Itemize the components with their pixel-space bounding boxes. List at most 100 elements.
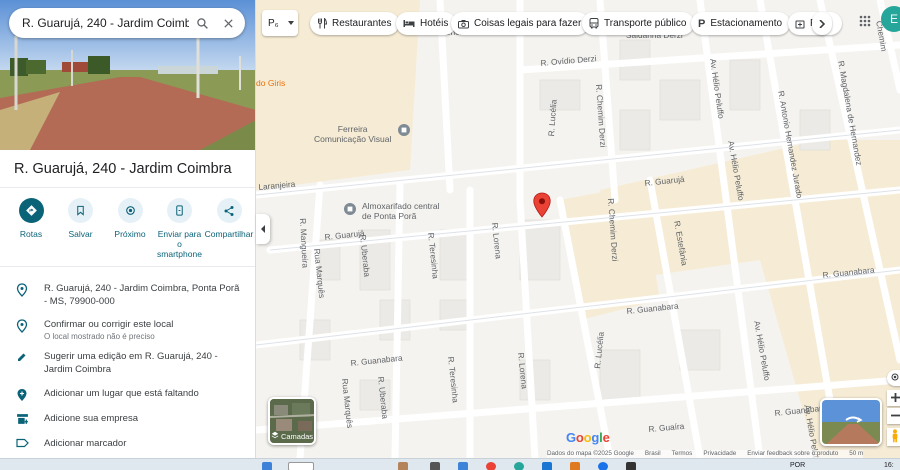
pencil-icon (0, 350, 44, 376)
bookmark-icon (68, 198, 93, 223)
label-icon (0, 437, 44, 450)
place-panel: R. Guarujá, 240 - Jardim Coimbra Rotas S… (0, 0, 256, 458)
divider (0, 187, 255, 188)
chip-public-transport[interactable]: Transporte público (582, 12, 695, 35)
my-location-button[interactable] (887, 370, 900, 386)
nearby-button[interactable]: Próximo (107, 198, 153, 259)
place-title: R. Guarujá, 240 - Jardim Coimbra (14, 161, 232, 177)
add-business-row[interactable]: Adicione sua empresa (0, 412, 255, 425)
map-canvas[interactable]: R. Ovídio Derzi Saldanha Derzi Chemim R.… (256, 0, 900, 458)
add-label-row[interactable]: Adicionar marcador (0, 437, 255, 450)
phone-icon (167, 198, 192, 223)
taskbar-app-icon[interactable] (626, 462, 636, 470)
pegman-icon (891, 428, 899, 446)
layers-icon (271, 431, 279, 441)
street-view-preview (822, 400, 880, 444)
send-to-phone-label: Enviar para o smartphone (157, 229, 202, 259)
taskbar-app-icon[interactable] (514, 462, 524, 470)
google-apps-button[interactable] (852, 10, 878, 36)
poi-icon[interactable] (398, 124, 410, 136)
layers-label-row: Camadas (270, 431, 314, 441)
confirm-location-row[interactable]: Confirmar ou corrigir este local O local… (0, 318, 255, 342)
minus-icon (890, 409, 900, 423)
add-label-text: Adicionar marcador (44, 438, 127, 449)
google-logo: Google (566, 430, 610, 445)
close-icon[interactable] (215, 10, 241, 36)
taskbar-search-icon[interactable] (288, 462, 314, 470)
my-location-icon (890, 371, 900, 385)
apps-grid-icon (859, 14, 871, 32)
search-input[interactable] (22, 16, 189, 30)
plus-icon (890, 391, 900, 405)
pegman-button[interactable] (887, 428, 900, 446)
confirm-location-text: Confirmar ou corrigir este local (44, 319, 174, 330)
chip-things-to-do[interactable]: Coisas legais para fazer (451, 12, 590, 35)
layers-label: Camadas (280, 431, 314, 441)
taskbar-app-icon[interactable] (398, 462, 408, 470)
add-business-text: Adicione sua empresa (44, 413, 138, 424)
chip-label: Coisas legais para fazer (474, 18, 582, 29)
suggest-edit-row[interactable]: Sugerir uma edição em R. Guarujá, 240 - … (0, 350, 255, 376)
location-pin-icon[interactable] (533, 192, 551, 223)
chip-hotels[interactable]: Hotéis (396, 12, 457, 35)
share-button[interactable]: Compartilhar (204, 198, 254, 259)
fork-knife-icon (317, 18, 327, 29)
collapse-panel-button[interactable] (256, 214, 270, 244)
nearby-icon (117, 198, 143, 223)
poi-label-ferreira[interactable]: Ferreira Comunicação Visual (314, 124, 391, 144)
bus-icon (589, 18, 599, 29)
zoom-out-button[interactable] (887, 408, 900, 424)
directions-icon (18, 198, 44, 223)
avatar-letter: E (889, 12, 898, 26)
taskbar-app-icon[interactable] (598, 462, 608, 470)
street-view-thumbnail[interactable] (820, 398, 882, 446)
taskbar-app-icon[interactable] (430, 462, 440, 470)
caret-down-icon (287, 21, 294, 25)
directions-button[interactable]: Rotas (8, 198, 54, 259)
chips-next-button[interactable] (812, 12, 832, 35)
bed-icon (403, 19, 415, 28)
map-mode-select[interactable]: P₆ (262, 10, 298, 36)
poi-label-giris[interactable]: do Giris (256, 78, 285, 88)
chip-restaurants[interactable]: Restaurantes (310, 12, 400, 35)
camera-icon (458, 19, 469, 29)
pin-icon (0, 282, 44, 308)
add-missing-place-text: Adicionar um lugar que está faltando (44, 388, 199, 399)
divider (0, 266, 255, 267)
chevron-right-icon (819, 15, 826, 33)
share-icon (216, 198, 242, 223)
suggest-edit-text: Sugerir uma edição em R. Guarujá, 240 - … (44, 351, 218, 375)
parking-icon: P (698, 17, 706, 30)
save-button[interactable]: Salvar (58, 198, 104, 259)
send-to-phone-button[interactable]: Enviar para o smartphone (157, 198, 203, 259)
save-label: Salvar (68, 229, 93, 239)
chip-parking[interactable]: P Estacionamento (691, 12, 791, 35)
add-place-icon (0, 387, 44, 402)
start-button-icon[interactable] (262, 462, 272, 470)
chip-label: Restaurantes (332, 18, 392, 29)
account-avatar[interactable]: E (881, 6, 900, 32)
action-buttons: Rotas Salvar Próximo Enviar para o smart… (8, 198, 254, 259)
address-text: R. Guarujá, 240 - Jardim Coimbra, Ponta … (44, 283, 240, 307)
search-box (9, 8, 245, 38)
chip-label: Estacionamento (710, 18, 783, 29)
layers-button[interactable]: Camadas (268, 397, 316, 445)
language-indicator[interactable]: POR (790, 462, 805, 469)
taskbar-app-icon[interactable] (542, 462, 552, 470)
zoom-in-button[interactable] (887, 390, 900, 406)
taskbar-app-icon[interactable] (486, 462, 496, 470)
chip-label: Hotéis (420, 18, 449, 29)
clock[interactable]: 16: (884, 462, 894, 469)
share-label: Compartilhar (204, 229, 254, 239)
store-icon (0, 412, 44, 425)
map-mode-value: P₆ (268, 17, 279, 29)
poi-label-almoxarifado[interactable]: Almoxarifado central de Ponta Porã (362, 201, 439, 221)
poi-icon[interactable] (344, 203, 356, 215)
windows-taskbar: POR 16: (0, 458, 900, 470)
search-icon[interactable] (189, 10, 215, 36)
add-missing-place-row[interactable]: Adicionar um lugar que está faltando (0, 387, 255, 402)
nearby-label: Próximo (114, 229, 146, 239)
taskbar-app-icon[interactable] (570, 462, 580, 470)
taskbar-app-icon[interactable] (458, 462, 468, 470)
address-row[interactable]: R. Guarujá, 240 - Jardim Coimbra, Ponta … (0, 282, 255, 308)
